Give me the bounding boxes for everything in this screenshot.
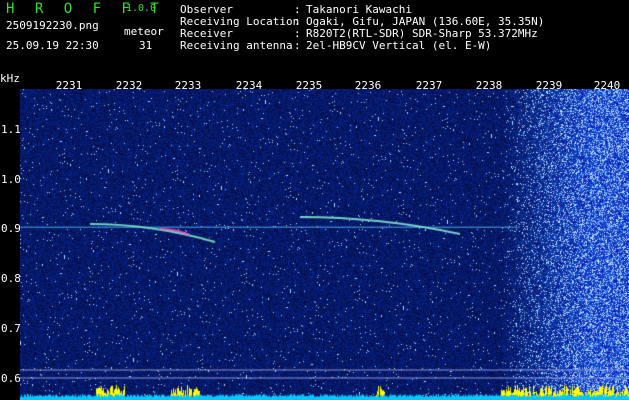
antenna-label: Receiving antenna xyxy=(180,39,293,52)
freq-tick-1-0: 1.0 xyxy=(1,173,21,186)
timestamp: 25.09.19 22:30 xyxy=(6,39,99,52)
hrofft-window: H R O F F T 1.0.0 2509192230.png meteor … xyxy=(0,0,629,400)
antenna-value: 2el-HB9CV Vertical (el. E-W) xyxy=(306,39,492,52)
event-count: 31 xyxy=(139,39,153,52)
freq-tick-0-9: 0.9 xyxy=(1,222,21,235)
event-type-label: meteor xyxy=(124,25,164,38)
antenna-separator: : xyxy=(294,39,301,52)
app-version: 1.0.0 xyxy=(126,3,157,14)
frequency-unit-label: kHz xyxy=(0,72,20,85)
file-name: 2509192230.png xyxy=(6,19,99,32)
freq-tick-0-6: 0.6 xyxy=(1,372,21,385)
spectrogram-waterfall xyxy=(20,89,629,400)
freq-tick-0-8: 0.8 xyxy=(1,272,21,285)
freq-tick-0-7: 0.7 xyxy=(1,322,21,335)
freq-tick-1-1: 1.1 xyxy=(1,123,21,136)
